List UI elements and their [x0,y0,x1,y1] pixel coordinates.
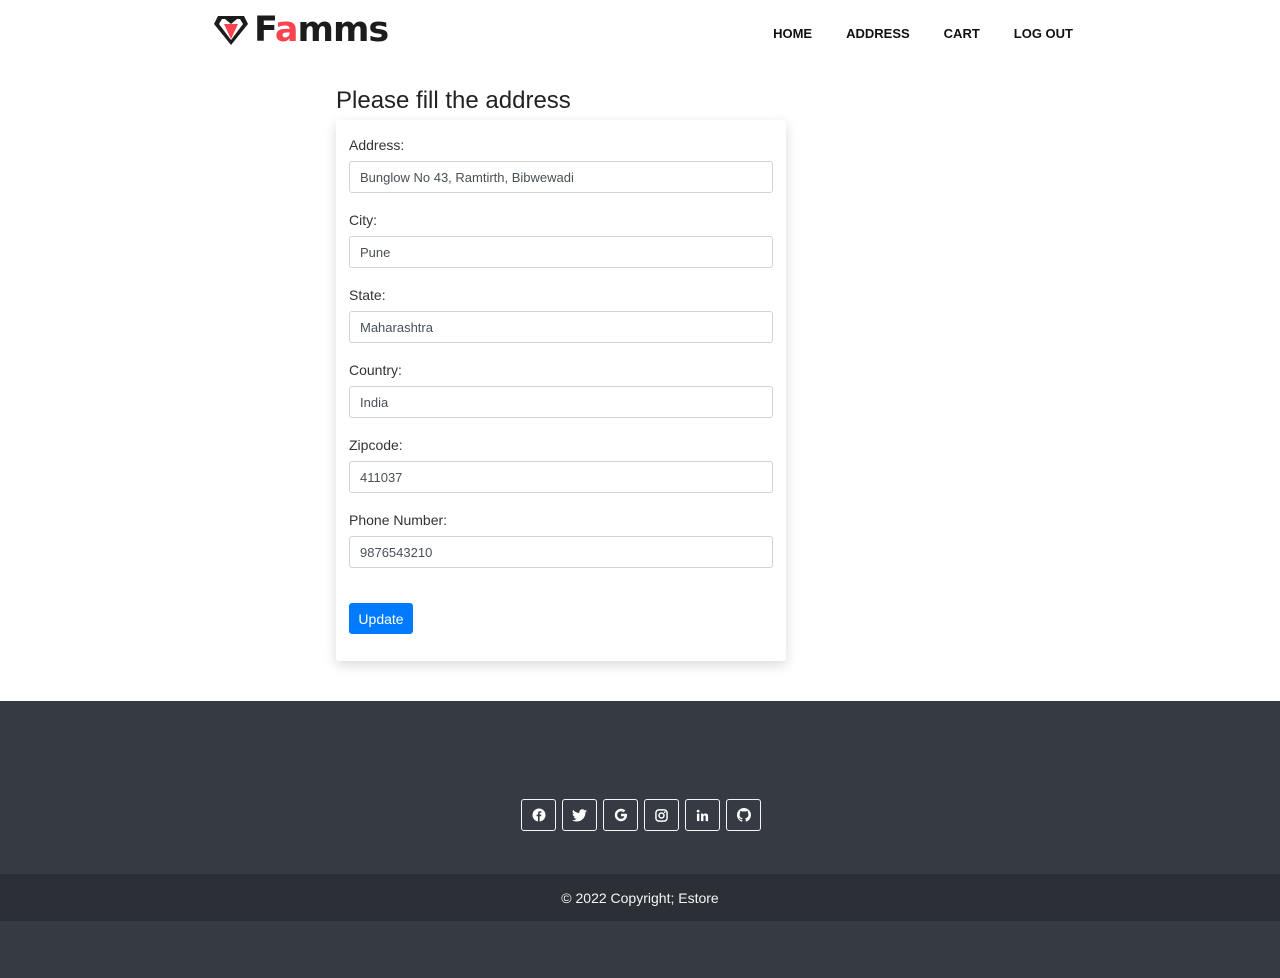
phone-field-group: Phone Number: [349,511,773,568]
social-links [521,799,761,831]
country-label: Country: [349,362,402,378]
zipcode-input[interactable] [349,461,773,493]
twitter-icon [572,808,587,822]
brand-logo[interactable]: Famms [214,10,389,50]
state-label: State: [349,287,386,303]
copyright-text: © 2022 Copyright; Estore [561,889,719,906]
update-button[interactable]: Update [349,603,413,634]
instagram-icon [655,808,668,822]
nav-address[interactable]: ADDRESS [846,24,910,43]
nav-cart[interactable]: CART [944,24,980,43]
brand-name-part2: mms [297,10,389,50]
brand-name-accent: a [274,10,299,50]
brand-name: Famms [254,10,389,50]
linkedin-button[interactable] [685,799,720,831]
instagram-button[interactable] [644,799,679,831]
phone-input[interactable] [349,536,773,568]
diamond-icon [214,14,248,46]
brand-name-part1: F [254,10,276,50]
github-button[interactable] [726,799,761,831]
country-field-group: Country: [349,361,773,418]
state-field-group: State: [349,286,773,343]
address-form-card: Address: City: State: Country: Zipcode: … [336,120,786,661]
phone-label: Phone Number: [349,512,448,528]
main-nav: HOME ADDRESS CART LOG OUT [739,24,1073,43]
google-button[interactable] [603,799,638,831]
city-field-group: City: [349,211,773,268]
city-label: City: [349,212,377,228]
zipcode-label: Zipcode: [349,437,403,453]
linkedin-icon [696,809,709,822]
github-icon [736,808,751,822]
page-title: Please fill the address [336,87,571,114]
twitter-button[interactable] [562,799,597,831]
page: Famms HOME ADDRESS CART LOG OUT Please f… [0,0,1280,978]
nav-logout[interactable]: LOG OUT [1014,24,1073,43]
state-input[interactable] [349,311,773,343]
google-icon [614,808,628,822]
main-section: Famms HOME ADDRESS CART LOG OUT Please f… [0,0,1280,701]
address-label: Address: [349,137,405,153]
copyright-bar: © 2022 Copyright; Estore [0,874,1280,921]
zipcode-field-group: Zipcode: [349,436,773,493]
facebook-icon [532,808,546,822]
nav-home[interactable]: HOME [773,24,812,43]
facebook-button[interactable] [521,799,556,831]
address-input[interactable] [349,161,773,193]
country-input[interactable] [349,386,773,418]
address-field-group: Address: [349,136,773,193]
city-input[interactable] [349,236,773,268]
